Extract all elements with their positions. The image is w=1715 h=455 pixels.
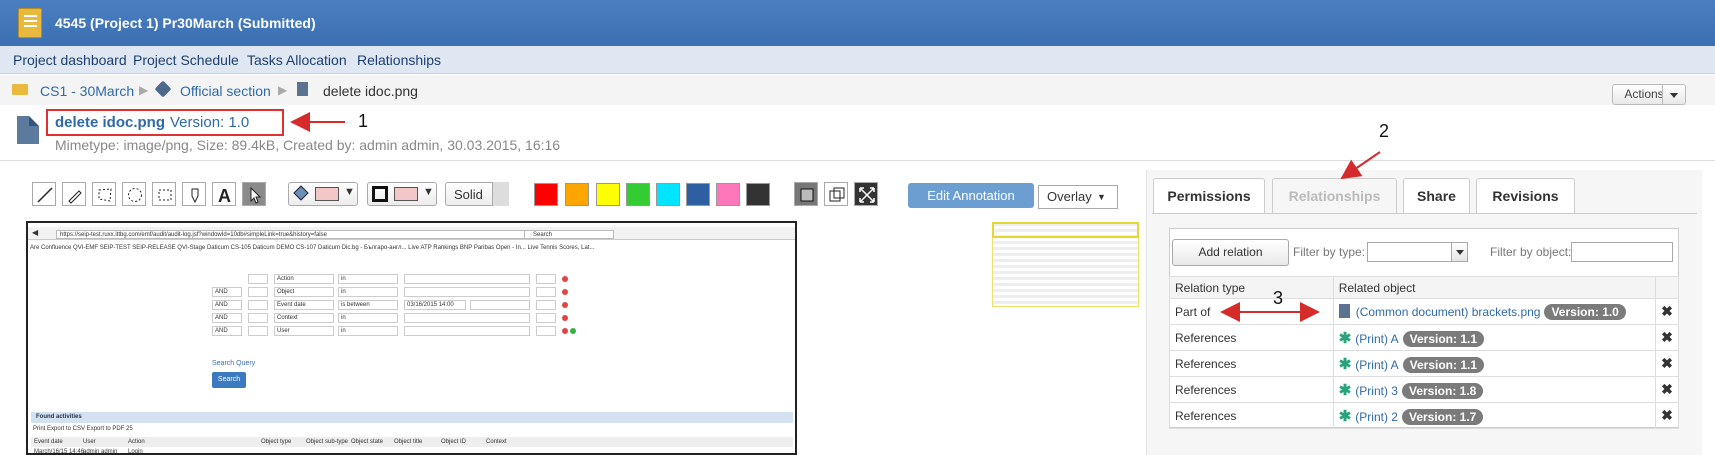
callout-arrow-2 [1340,151,1381,180]
callout-number-1: 1 [358,111,369,131]
callout-number-3: 3 [1273,288,1284,308]
callout-number-2: 2 [1379,121,1390,141]
callout-arrows [290,112,1381,322]
